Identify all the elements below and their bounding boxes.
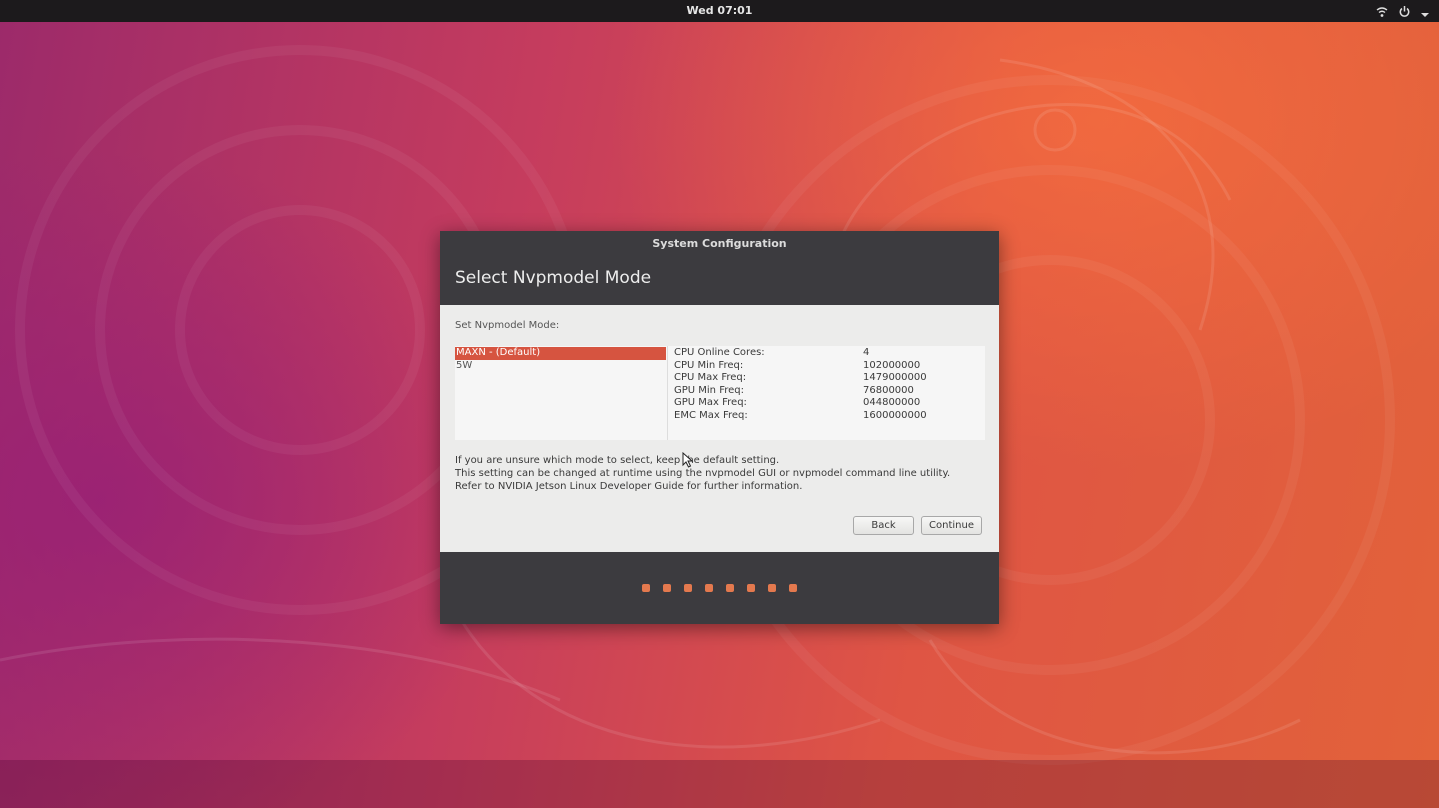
progress-dot: [642, 584, 650, 592]
info-line: If you are unsure which mode to select, …: [455, 455, 780, 466]
spec-value: 1479000000: [863, 372, 927, 383]
desktop-background: Wed 07:01 System Configuration Select Nv…: [0, 0, 1439, 808]
spec-value: 102000000: [863, 359, 921, 371]
chevron-down-icon[interactable]: [1421, 3, 1429, 22]
spec-value: 76800000: [863, 384, 914, 396]
top-bar: Wed 07:01: [0, 0, 1439, 22]
mode-specs: CPU Online Cores: 4 CPU Min Freq: 102000…: [674, 347, 984, 422]
back-button[interactable]: Back: [853, 516, 914, 535]
spec-row: CPU Max Freq: 1479000000: [674, 372, 984, 385]
progress-dot: [768, 584, 776, 592]
spec-name: CPU Online Cores:: [674, 347, 765, 358]
progress-dot: [684, 584, 692, 592]
spec-row: EMC Max Freq: 1600000000: [674, 410, 984, 423]
progress-dots: [440, 584, 999, 592]
progress-dot: [705, 584, 713, 592]
mode-label: Set Nvpmodel Mode:: [455, 320, 560, 331]
spec-name: CPU Max Freq:: [674, 372, 747, 383]
spec-row: GPU Min Freq: 76800000: [674, 385, 984, 398]
mode-option-5w[interactable]: 5W: [455, 360, 666, 373]
spec-name: EMC Max Freq:: [674, 409, 748, 421]
info-line: Refer to NVIDIA Jetson Linux Developer G…: [455, 481, 803, 492]
dialog-body: Set Nvpmodel Mode: MAXN - (Default) 5W C…: [440, 305, 999, 552]
spec-row: CPU Min Freq: 102000000: [674, 360, 984, 373]
info-line: This setting can be changed at runtime u…: [455, 468, 951, 479]
spec-name: CPU Min Freq:: [674, 359, 744, 371]
spec-value: 044800000: [863, 397, 921, 408]
progress-dot: [663, 584, 671, 592]
clock[interactable]: Wed 07:01: [0, 4, 1439, 17]
page-title: Select Nvpmodel Mode: [455, 268, 652, 288]
progress-dot: [726, 584, 734, 592]
spec-name: GPU Min Freq:: [674, 384, 744, 396]
mode-option-maxn[interactable]: MAXN - (Default): [455, 347, 666, 360]
divider: [667, 346, 668, 440]
network-icon[interactable]: [1376, 3, 1388, 22]
spec-row: GPU Max Freq: 044800000: [674, 397, 984, 410]
mode-list[interactable]: MAXN - (Default) 5W: [455, 347, 666, 439]
dialog-title: System Configuration: [652, 237, 787, 250]
spec-value: 4: [863, 347, 870, 358]
progress-dot: [789, 584, 797, 592]
system-tray[interactable]: [1376, 3, 1429, 22]
spec-row: CPU Online Cores: 4: [674, 347, 984, 360]
continue-button[interactable]: Continue: [921, 516, 982, 535]
info-text: If you are unsure which mode to select, …: [455, 454, 950, 493]
mode-panel: MAXN - (Default) 5W CPU Online Cores: 4 …: [455, 346, 985, 440]
spec-value: 1600000000: [863, 409, 927, 421]
mouse-pointer-icon: [682, 451, 694, 472]
system-configuration-dialog: System Configuration Select Nvpmodel Mod…: [440, 231, 999, 624]
spec-name: GPU Max Freq:: [674, 397, 747, 408]
power-icon[interactable]: [1398, 3, 1411, 22]
progress-dot: [747, 584, 755, 592]
